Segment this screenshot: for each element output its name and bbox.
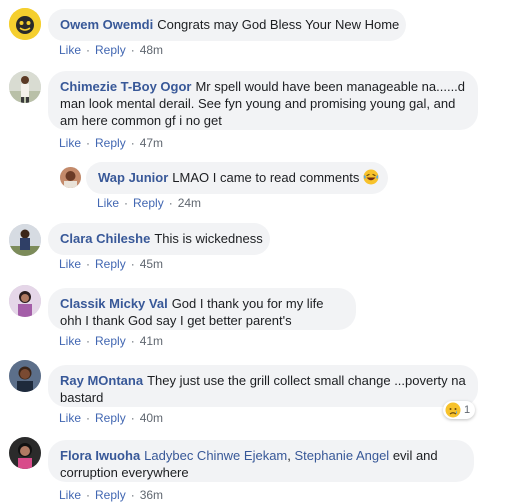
separator-dot: ·	[130, 136, 135, 150]
comment-bubble: Ray MOntana They just use the grill colle…	[48, 365, 478, 407]
timestamp[interactable]: 41m	[140, 334, 163, 348]
avatar[interactable]	[9, 437, 41, 469]
timestamp[interactable]: 48m	[140, 43, 163, 57]
comment-text: This is wickedness	[154, 231, 263, 246]
separator-dot: ·	[130, 411, 135, 425]
separator-dot: ·	[86, 136, 91, 150]
comment-actions: Like · Reply · 47m	[59, 136, 163, 150]
reaction-count: 1	[464, 404, 471, 416]
separator-dot: ·	[86, 488, 91, 502]
separator-dot: ·	[130, 257, 135, 271]
separator-dot: ·	[130, 43, 135, 57]
avatar[interactable]	[9, 360, 41, 392]
reply-link[interactable]: Reply	[95, 411, 126, 425]
comment-bubble: Owem Owemdi Congrats may God Bless Your N…	[48, 9, 406, 41]
reaction-badge[interactable]: 1	[443, 401, 476, 419]
comment-bubble: Wap Junior LMAO I came to read comments	[86, 162, 388, 194]
reply-link[interactable]: Reply	[95, 488, 126, 502]
comment-bubble: Flora Iwuoha Ladybec Chinwe Ejekam, Steph…	[48, 440, 474, 482]
like-link[interactable]: Like	[59, 136, 81, 150]
mention-link[interactable]: Ladybec Chinwe Ejekam	[144, 448, 287, 463]
comment-bubble: Classik Micky Val God I thank you for my …	[48, 288, 356, 330]
comment-actions: Like · Reply · 45m	[59, 257, 163, 271]
separator-dot: ·	[130, 334, 135, 348]
comment-actions: Like · Reply · 40m	[59, 411, 163, 425]
mention-separator: ,	[287, 448, 291, 463]
commenter-name[interactable]: Flora Iwuoha	[60, 448, 140, 463]
comment-bubble: Chimezie T-Boy Ogor Mr spell would have b…	[48, 71, 478, 130]
comment-actions: Like · Reply · 24m	[97, 196, 201, 210]
like-link[interactable]: Like	[59, 411, 81, 425]
timestamp[interactable]: 47m	[140, 136, 163, 150]
reply-link[interactable]: Reply	[95, 136, 126, 150]
comment-actions: Like · Reply · 36m	[59, 488, 163, 502]
separator-dot: ·	[86, 257, 91, 271]
avatar[interactable]	[9, 285, 41, 317]
like-link[interactable]: Like	[59, 488, 81, 502]
laughing-tears-emoji	[363, 169, 379, 185]
avatar[interactable]	[60, 167, 81, 188]
mention-link[interactable]: Stephanie Angel	[295, 448, 390, 463]
avatar[interactable]	[9, 71, 41, 103]
comment-actions: Like · Reply · 41m	[59, 334, 163, 348]
comment-text: LMAO I came to read comments	[172, 170, 360, 185]
avatar[interactable]	[9, 224, 41, 256]
comment-text: Congrats may God Bless Your New Home	[157, 17, 400, 32]
commenter-name[interactable]: Owem Owemdi	[60, 17, 153, 32]
like-link[interactable]: Like	[59, 43, 81, 57]
avatar[interactable]	[9, 8, 41, 40]
separator-dot: ·	[124, 196, 129, 210]
commenter-name[interactable]: Wap Junior	[98, 170, 168, 185]
like-link[interactable]: Like	[97, 196, 119, 210]
commenter-name[interactable]: Clara Chileshe	[60, 231, 150, 246]
commenter-name[interactable]: Chimezie T-Boy Ogor	[60, 79, 191, 94]
commenter-name[interactable]: Classik Micky Val	[60, 296, 168, 311]
reply-link[interactable]: Reply	[95, 334, 126, 348]
timestamp[interactable]: 45m	[140, 257, 163, 271]
reply-link[interactable]: Reply	[133, 196, 164, 210]
reply-link[interactable]: Reply	[95, 257, 126, 271]
separator-dot: ·	[86, 43, 91, 57]
timestamp[interactable]: 40m	[140, 411, 163, 425]
sad-reaction-icon	[445, 402, 461, 418]
timestamp[interactable]: 24m	[178, 196, 201, 210]
separator-dot: ·	[168, 196, 173, 210]
separator-dot: ·	[86, 334, 91, 348]
like-link[interactable]: Like	[59, 334, 81, 348]
separator-dot: ·	[86, 411, 91, 425]
comment-bubble: Clara Chileshe This is wickedness	[48, 223, 270, 255]
reply-link[interactable]: Reply	[95, 43, 126, 57]
separator-dot: ·	[130, 488, 135, 502]
like-link[interactable]: Like	[59, 257, 81, 271]
commenter-name[interactable]: Ray MOntana	[60, 373, 143, 388]
comment-actions: Like · Reply · 48m	[59, 43, 163, 57]
timestamp[interactable]: 36m	[140, 488, 163, 502]
